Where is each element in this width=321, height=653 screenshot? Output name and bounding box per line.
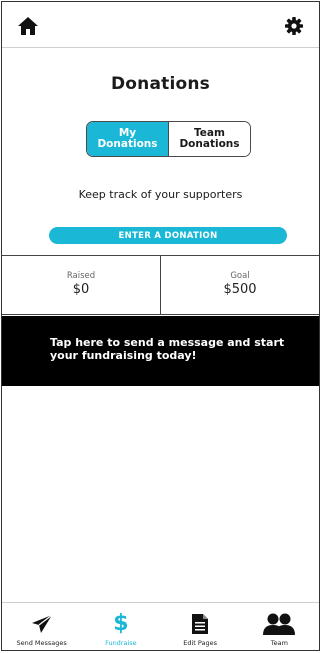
tab-label: Send Messages [16, 639, 67, 647]
raised-stat: Raised $0 [2, 256, 160, 314]
enter-donation-button[interactable]: ENTER A DONATION [49, 227, 287, 244]
fundraising-banner[interactable]: Tap here to send a message and start you… [2, 316, 319, 386]
tab-edit-pages[interactable]: Edit Pages [161, 603, 240, 650]
tab-fundraise[interactable]: $ Fundraise [81, 603, 160, 650]
document-icon [192, 614, 209, 634]
my-donations-line2: Donations [97, 138, 158, 150]
tab-label: Edit Pages [183, 639, 218, 647]
top-bar [2, 2, 319, 48]
goal-stat: Goal $500 [160, 256, 319, 314]
dollar-icon: $ [113, 611, 129, 636]
app-screen: Donations My Donations Team Donations Keep… [1, 1, 320, 651]
tab-team[interactable]: Team [240, 603, 319, 650]
goal-label: Goal [230, 271, 250, 281]
team-donations-line2: Donations [179, 138, 240, 150]
home-icon [18, 17, 38, 35]
tab-label: Fundraise [105, 639, 137, 647]
tab-team-donations[interactable]: Team Donations [168, 122, 250, 156]
gear-icon [285, 17, 303, 35]
donations-toggle: My Donations Team Donations [86, 121, 251, 157]
raised-label: Raised [66, 271, 96, 281]
raised-value: $0 [72, 282, 90, 297]
settings-button[interactable] [282, 15, 306, 37]
home-button[interactable] [16, 15, 40, 37]
tab-my-donations[interactable]: My Donations [87, 122, 168, 156]
goal-value: $500 [223, 282, 257, 297]
tab-label: Team [270, 639, 288, 647]
stats-panel: Raised $0 Goal $500 [2, 255, 319, 315]
team-icon [263, 613, 296, 635]
page-title: Donations [110, 74, 211, 94]
paper-plane-icon [31, 614, 52, 633]
bottom-tab-bar: Send Messages $ Fundraise Edit Pages Tea… [2, 602, 319, 650]
tab-send-messages[interactable]: Send Messages [2, 603, 81, 650]
page-subtitle: Keep track of your supporters [78, 188, 243, 201]
